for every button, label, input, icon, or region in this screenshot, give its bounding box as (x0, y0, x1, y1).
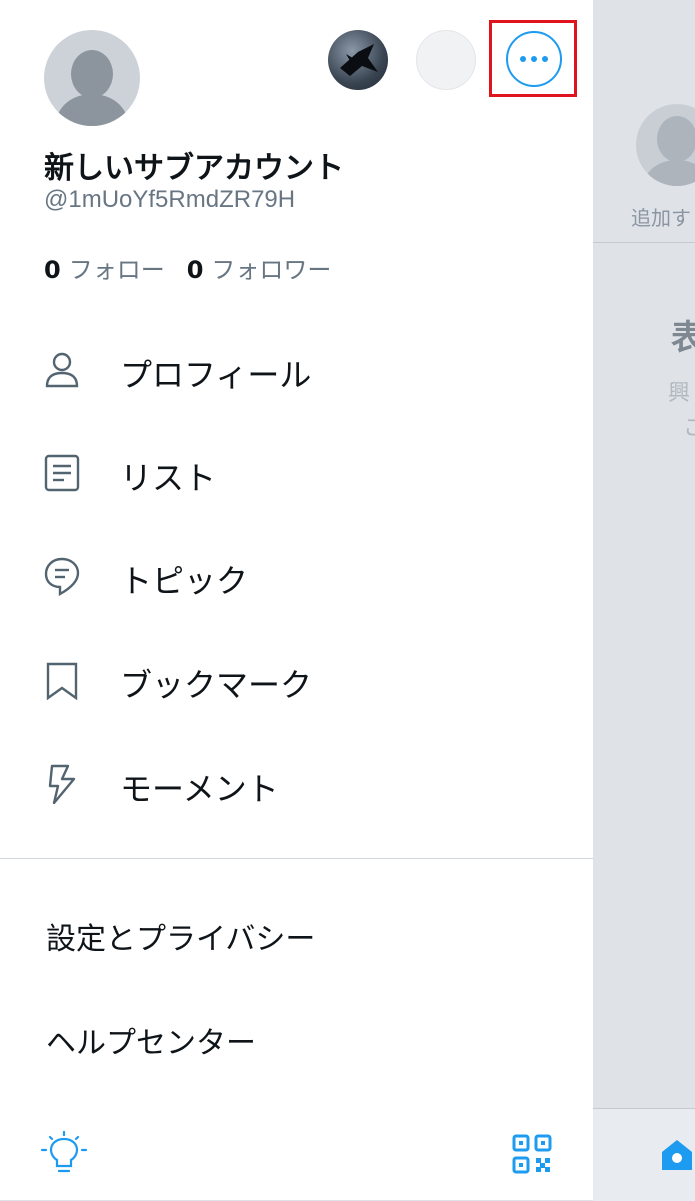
other-account-avatar-empty[interactable] (416, 30, 476, 90)
home-icon (662, 1140, 692, 1170)
menu-item-profile[interactable]: プロフィール (0, 330, 593, 410)
profile-avatar[interactable] (44, 30, 140, 126)
other-account-avatar[interactable] (328, 30, 388, 90)
lightning-icon (48, 764, 76, 804)
following-label: フォロー (68, 256, 165, 284)
topics-icon (44, 557, 80, 596)
menu-item-topics[interactable]: トピック (0, 536, 593, 616)
background-subtitle: 興 (668, 381, 691, 406)
menu-divider (0, 858, 593, 859)
ellipsis-icon (520, 56, 526, 62)
qr-code-icon[interactable] (512, 1134, 552, 1174)
add-account-text: 追加す (631, 206, 691, 230)
background-app: 追加す 表 興 こ (593, 0, 695, 1201)
menu-label: モーメント (120, 770, 279, 808)
menu-item-moments[interactable]: モーメント (0, 744, 593, 824)
bookmark-icon (46, 662, 78, 700)
more-options-button[interactable] (506, 31, 562, 87)
menu-label: リスト (120, 459, 217, 497)
background-subtitle-2: こ (683, 416, 695, 441)
menu-item-bookmarks[interactable]: ブックマーク (0, 640, 593, 720)
help-center-link[interactable]: ヘルプセンター (46, 1018, 256, 1062)
settings-privacy-link[interactable]: 設定とプライバシー (46, 914, 315, 958)
background-divider (593, 242, 695, 243)
followers-label: フォロワー (211, 256, 332, 284)
menu-label: トピック (120, 562, 249, 600)
following-link[interactable]: 0 フォロー (44, 256, 165, 284)
followers-link[interactable]: 0 フォロワー (187, 256, 332, 284)
background-tab-bar (593, 1108, 695, 1201)
menu-label: プロフィール (120, 356, 312, 394)
display-name[interactable]: 新しいサブアカウント (44, 143, 344, 187)
side-drawer: 新しいサブアカウント @1mUoYf5RmdZR79H 0 フォロー 0 フォロワー … (0, 0, 593, 1200)
following-count: 0 (44, 256, 61, 284)
followers-count: 0 (186, 256, 204, 284)
background-title: 表 (671, 318, 695, 358)
person-icon (45, 352, 79, 388)
highlight-box (489, 20, 577, 97)
follow-stats: 0 フォロー 0 フォロワー (44, 250, 331, 285)
list-icon (44, 454, 80, 492)
add-account-avatar (636, 104, 695, 186)
menu-item-lists[interactable]: リスト (0, 433, 593, 513)
lightbulb-icon[interactable] (40, 1130, 88, 1178)
menu-label: ブックマーク (120, 666, 313, 704)
user-handle[interactable]: @1mUoYf5RmdZR79H (44, 186, 295, 214)
